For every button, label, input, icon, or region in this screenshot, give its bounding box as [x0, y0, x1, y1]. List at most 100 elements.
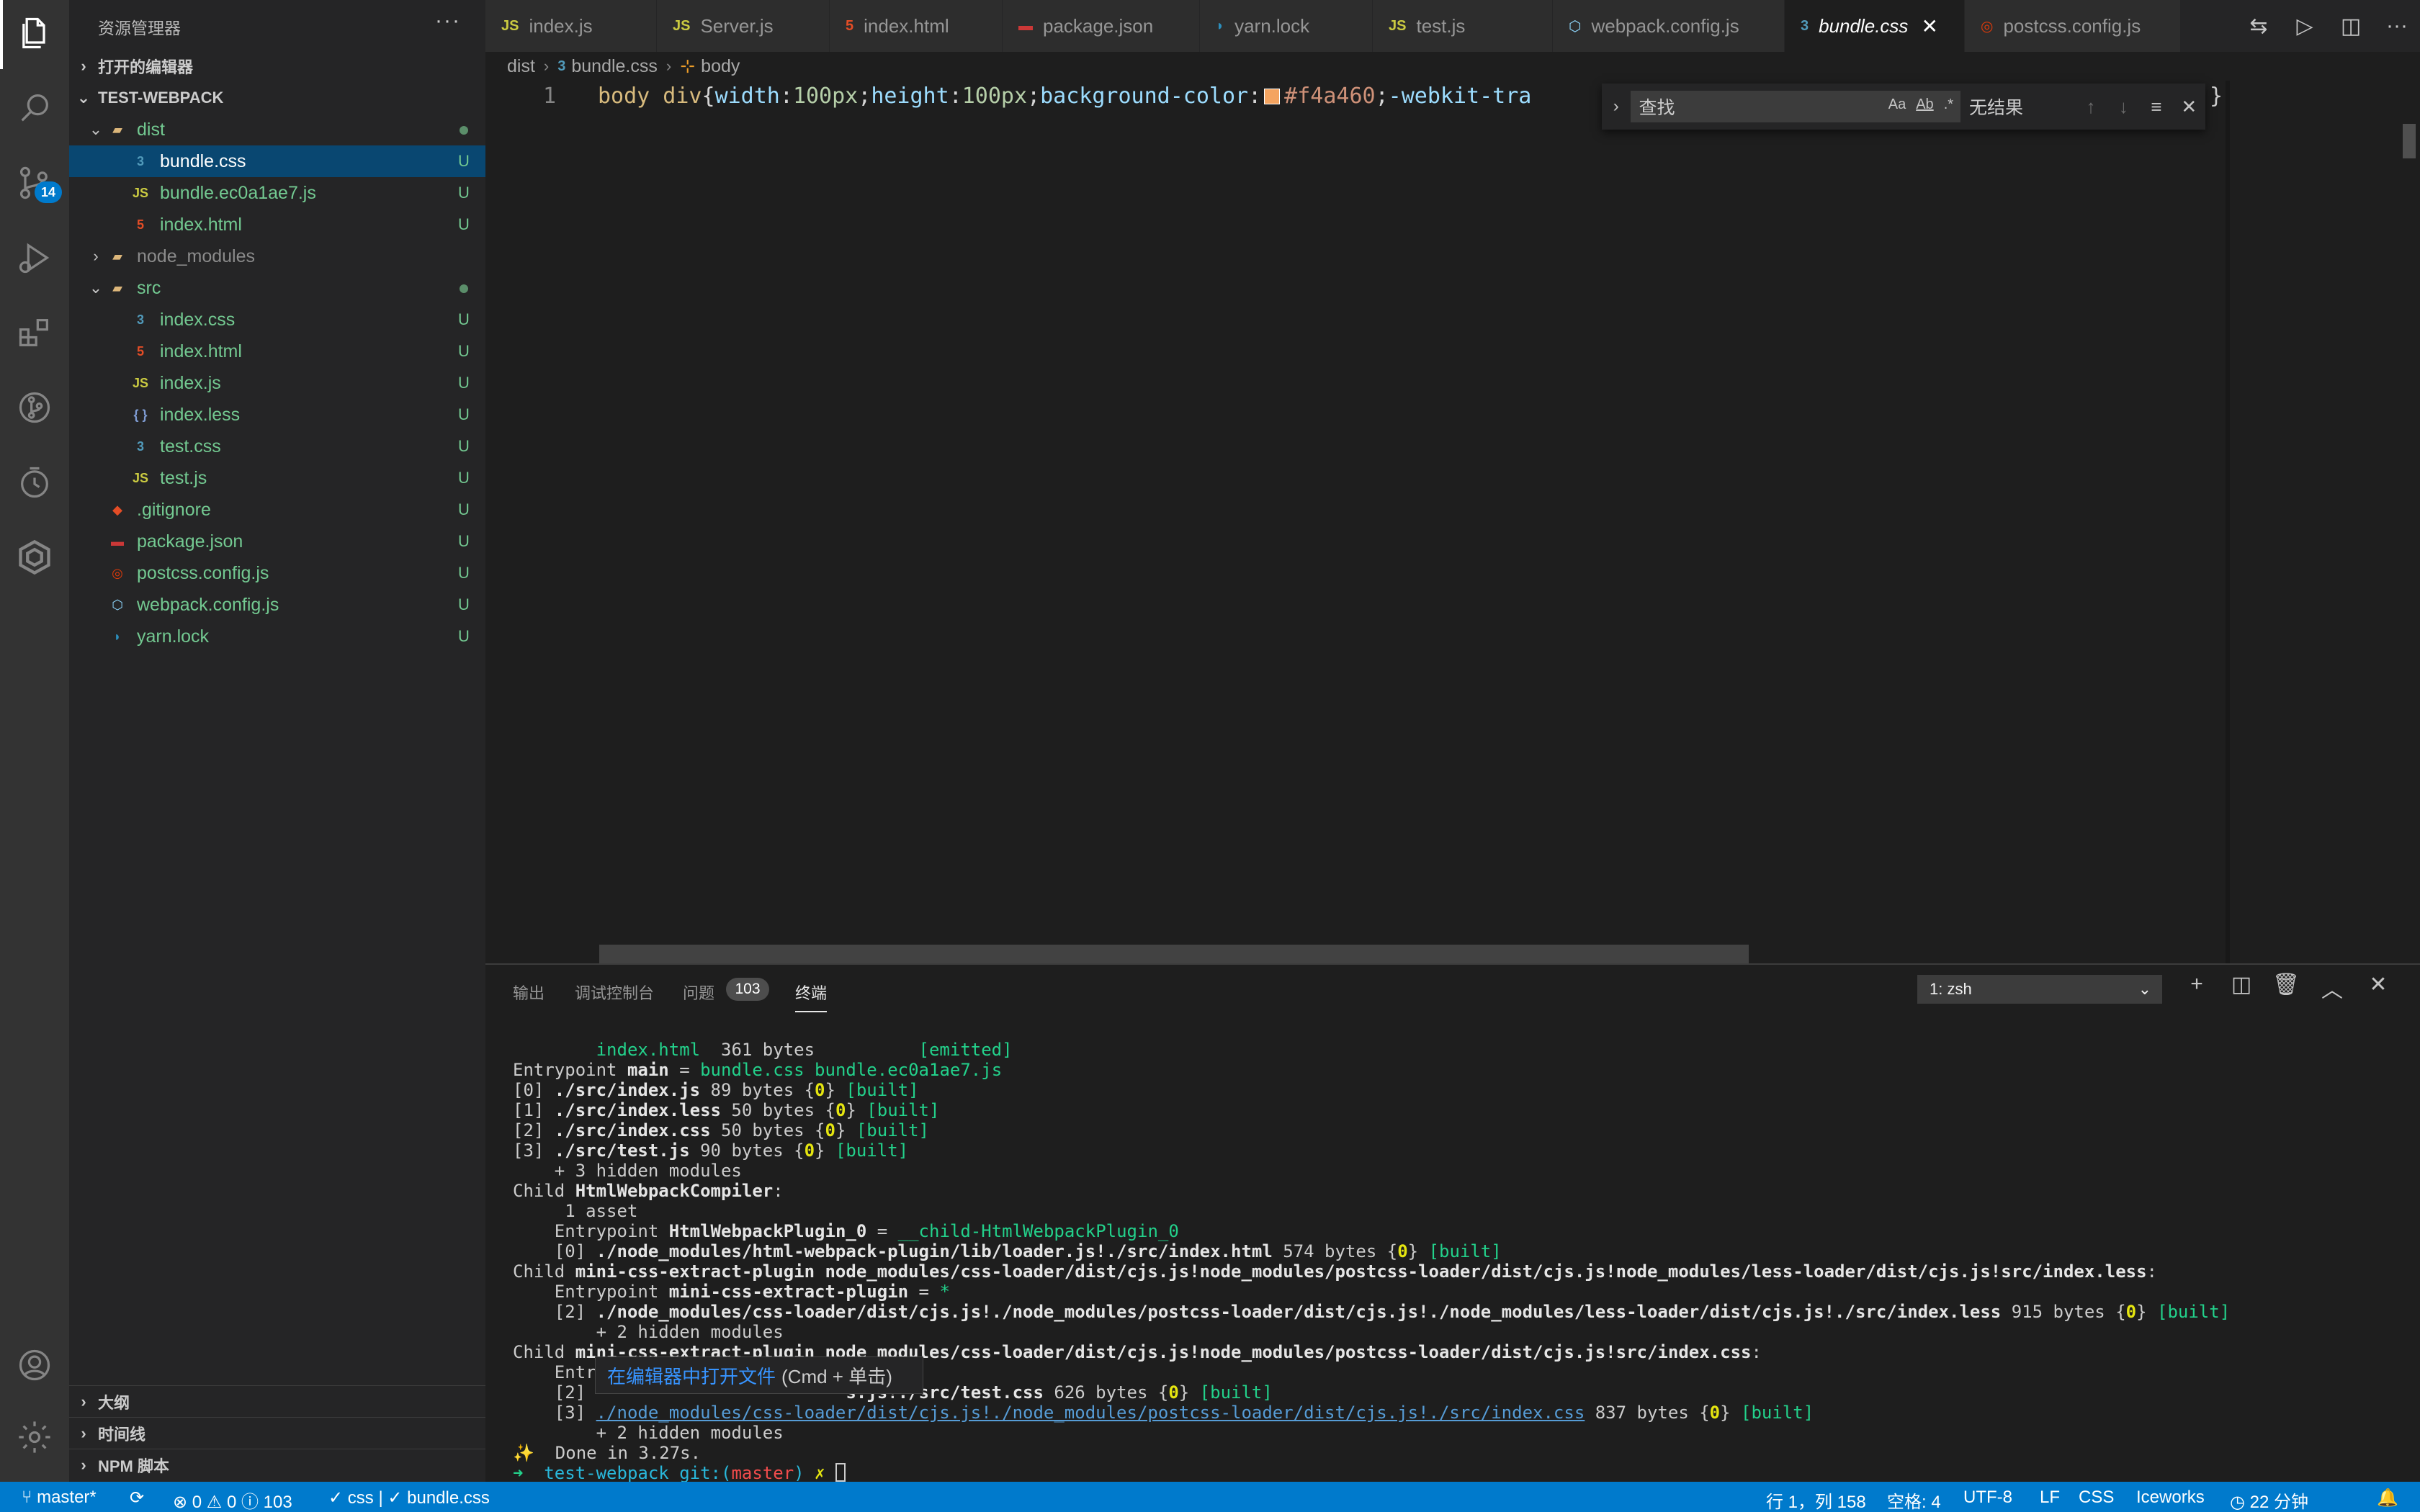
- files-icon[interactable]: [14, 13, 55, 53]
- html-file-icon: 5: [136, 217, 144, 232]
- tree-file[interactable]: JS index.js U: [69, 367, 485, 399]
- tab-bundle-css[interactable]: 3 bundle.css ✕: [1785, 0, 1965, 52]
- outline-section[interactable]: › 大纲: [69, 1385, 485, 1417]
- terminal-segment[interactable]: ./node_modules/css-loader/dist/cjs.js!./…: [596, 1403, 1585, 1423]
- notifications-icon[interactable]: 🔔: [2377, 1488, 2398, 1508]
- search-icon[interactable]: [14, 88, 55, 128]
- language-mode[interactable]: CSS: [2079, 1488, 2114, 1508]
- indentation[interactable]: 空格: 4: [1887, 1488, 1941, 1512]
- split-editor-icon[interactable]: ◫: [2328, 14, 2374, 39]
- code-line[interactable]: body div{width:100px;height:100px;backgr…: [598, 84, 1531, 109]
- tree-file[interactable]: 5 index.html U: [69, 336, 485, 367]
- tree-file[interactable]: ◎ postcss.config.js U: [69, 557, 485, 589]
- compare-changes-icon[interactable]: ⇆: [2236, 14, 2282, 39]
- color-swatch[interactable]: [1264, 89, 1281, 104]
- match-case-icon[interactable]: Aa: [1888, 96, 1906, 113]
- tree-file[interactable]: JS bundle.ec0a1ae7.js U: [69, 177, 485, 209]
- breadcrumb-file[interactable]: bundle.css: [571, 56, 658, 77]
- tree-file[interactable]: ◗ yarn.lock U: [69, 621, 485, 652]
- find-in-selection-icon[interactable]: ≡: [2140, 96, 2172, 118]
- tree-folder[interactable]: ⌄ ▰ dist: [69, 114, 485, 145]
- problems-indicator[interactable]: ⊗ 0 ⚠ 0 ⓘ 103: [173, 1488, 292, 1512]
- terminal-segment: 50 bytes {: [710, 1120, 825, 1140]
- run-debug-icon[interactable]: [14, 238, 55, 278]
- toggle-replace-icon[interactable]: ›: [1602, 96, 1631, 117]
- split-terminal-icon[interactable]: ◫: [2221, 972, 2262, 1007]
- tree-file[interactable]: { } index.less U: [69, 399, 485, 431]
- iceworks-icon[interactable]: [14, 537, 55, 577]
- cursor-position[interactable]: 行 1，列 158: [1766, 1488, 1866, 1512]
- close-panel-icon[interactable]: ✕: [2358, 972, 2398, 1007]
- account-icon[interactable]: [14, 1345, 55, 1385]
- tree-file[interactable]: JS test.js U: [69, 462, 485, 494]
- extensions-icon[interactable]: [14, 312, 55, 353]
- source-control-badge: 14: [35, 181, 62, 203]
- run-icon[interactable]: ▷: [2282, 14, 2328, 39]
- terminal-select[interactable]: 1: zsh ⌄: [1917, 975, 2162, 1004]
- trash-icon[interactable]: 🗑: [2266, 972, 2306, 1007]
- tab-label: webpack.config.js: [1591, 14, 1739, 37]
- branch-indicator[interactable]: ⑂ master*: [22, 1488, 97, 1508]
- close-icon[interactable]: ✕: [2173, 96, 2205, 118]
- tree-file[interactable]: 5 index.html U: [69, 209, 485, 240]
- tab-terminal[interactable]: 终端: [795, 981, 828, 1012]
- terminal-segment: Child: [513, 1342, 575, 1362]
- file-name: package.json: [137, 531, 243, 552]
- git-status: U: [458, 374, 470, 392]
- vertical-scrollbar[interactable]: [2403, 124, 2416, 158]
- tree-file[interactable]: ▬ package.json U: [69, 526, 485, 557]
- npm-scripts-section[interactable]: › NPM 脚本: [69, 1449, 485, 1480]
- file-type-icon: JS: [673, 17, 691, 34]
- tab-index-html[interactable]: 5 index.html: [830, 0, 1003, 52]
- whole-word-icon[interactable]: Ab: [1916, 96, 1933, 113]
- tab-postcss-config-js[interactable]: ◎ postcss.config.js: [1965, 0, 2181, 52]
- new-terminal-icon[interactable]: +: [2177, 972, 2217, 1007]
- tab-problems[interactable]: 问题: [683, 981, 714, 1004]
- tree-folder[interactable]: › ▰ node_modules: [69, 240, 485, 272]
- tree-file[interactable]: 3 bundle.css U: [69, 145, 485, 177]
- maximize-panel-icon[interactable]: ︿: [2312, 972, 2352, 1007]
- terminal-segment: 50 bytes {: [720, 1100, 835, 1120]
- more-actions-icon[interactable]: ···: [435, 9, 461, 33]
- tree-file[interactable]: ◆ .gitignore U: [69, 494, 485, 526]
- git-graph-icon[interactable]: [14, 387, 55, 428]
- tab-index-js[interactable]: JS index.js: [485, 0, 657, 52]
- language-check[interactable]: ✓ css | ✓ bundle.css: [328, 1488, 490, 1508]
- close-icon[interactable]: ✕: [1921, 14, 1937, 38]
- tab-server-js[interactable]: JS Server.js: [657, 0, 830, 52]
- tab-debug-console[interactable]: 调试控制台: [575, 981, 654, 1004]
- open-editors-section[interactable]: › 打开的编辑器: [69, 50, 485, 82]
- tree-file[interactable]: 3 test.css U: [69, 431, 485, 462]
- timeline-icon[interactable]: [14, 462, 55, 503]
- tab-package-json[interactable]: ▬ package.json: [1003, 0, 1200, 52]
- horizontal-scrollbar[interactable]: [599, 945, 1749, 963]
- tab-output[interactable]: 输出: [513, 981, 544, 1004]
- time-tracker[interactable]: ◷ 22 分钟: [2230, 1488, 2308, 1512]
- end-of-line[interactable]: LF: [2040, 1488, 2060, 1508]
- project-section[interactable]: ⌄ TEST-WEBPACK: [69, 82, 485, 114]
- encoding[interactable]: UTF-8: [1963, 1488, 2012, 1508]
- tab-yarn-lock[interactable]: ◗ yarn.lock: [1200, 0, 1373, 52]
- terminal-segment: + 2 hidden modules: [513, 1423, 784, 1443]
- tree-folder[interactable]: ⌄ ▰ src: [69, 272, 485, 304]
- tab-test-js[interactable]: JS test.js: [1373, 0, 1553, 52]
- manage-gear-icon[interactable]: [14, 1417, 55, 1457]
- breadcrumb-symbol[interactable]: body: [701, 56, 740, 77]
- tab-webpack-config-js[interactable]: ⬡ webpack.config.js: [1553, 0, 1785, 52]
- tree-file[interactable]: 3 index.css U: [69, 304, 485, 336]
- regex-icon[interactable]: .*: [1944, 96, 1953, 113]
- find-input[interactable]: 查找 Aa Ab .*: [1630, 91, 1961, 122]
- sync-icon[interactable]: ⟳: [130, 1488, 144, 1508]
- find-result: 无结果: [1969, 98, 2024, 118]
- code-editor[interactable]: 1 body div{width:100px;height:100px;back…: [485, 81, 2420, 963]
- tree-file[interactable]: ⬡ webpack.config.js U: [69, 589, 485, 621]
- arrow-up-icon[interactable]: ↑: [2074, 96, 2107, 118]
- more-actions-icon[interactable]: ···: [2374, 14, 2420, 38]
- git-status: U: [458, 152, 470, 170]
- iceworks-status[interactable]: Iceworks: [2136, 1488, 2205, 1508]
- arrow-down-icon[interactable]: ↓: [2107, 96, 2140, 118]
- open-file-link[interactable]: 在编辑器中打开文件: [607, 1362, 776, 1389]
- timeline-section[interactable]: › 时间线: [69, 1417, 485, 1449]
- breadcrumb-folder[interactable]: dist: [507, 56, 535, 77]
- token-value: 100px: [962, 84, 1028, 109]
